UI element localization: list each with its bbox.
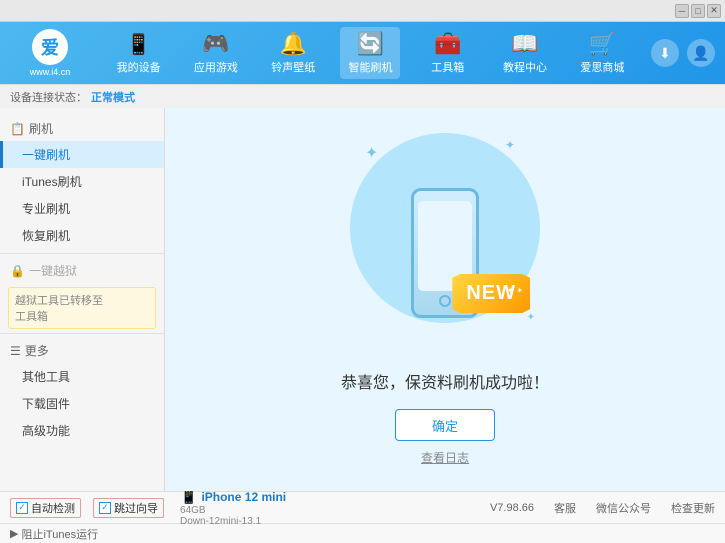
nav-tutorial-icon: 📖 — [511, 31, 538, 57]
header: 爱 www.i4.cn 📱 我的设备 🎮 应用游戏 🔔 铃声壁纸 🔄 智能刷机 … — [0, 22, 725, 84]
user-button[interactable]: 👤 — [687, 39, 715, 67]
status-label: 设备连接状态： — [10, 89, 87, 105]
nav-store-icon: 🛒 — [589, 31, 616, 57]
nav-ringtones-label: 铃声壁纸 — [271, 59, 315, 75]
nav-my-device-label: 我的设备 — [117, 59, 161, 75]
content-area: ✦ ✦ ✦✦ NEW ✦ 恭喜您，保资料刷机成功啦！ 确定 查看日志 — [165, 108, 725, 491]
nav-smart-flash[interactable]: 🔄 智能刷机 — [340, 27, 400, 79]
check-update-link[interactable]: 检查更新 — [671, 500, 715, 516]
titlebar: ─ □ ✕ — [0, 0, 725, 22]
customer-service-link[interactable]: 客服 — [554, 500, 576, 516]
sidebar-section-flash: 📋 刷机 — [0, 116, 164, 141]
device-name: iPhone 12 mini — [201, 490, 286, 504]
sidebar: 📋 刷机 一键刷机 iTunes刷机 专业刷机 恢复刷机 🔒 一键越狱 越狱工具… — [0, 108, 165, 491]
itunes-status-icon: ▶ — [10, 527, 18, 540]
sidebar-item-one-click-flash[interactable]: 一键刷机 — [0, 141, 164, 168]
flash-section-icon: 📋 — [10, 122, 25, 136]
nav-toolbox-label: 工具箱 — [431, 59, 464, 75]
other-tools-label: 其他工具 — [22, 370, 70, 384]
nav-toolbox[interactable]: 🧰 工具箱 — [418, 27, 478, 79]
nav-apps-games[interactable]: 🎮 应用游戏 — [186, 27, 246, 79]
sparkle-3: ✦ — [527, 312, 535, 323]
bottom-checkboxes: ✓ 自动检测 ✓ 跳过向导 — [10, 498, 164, 518]
sidebar-item-advanced[interactable]: 高级功能 — [0, 417, 164, 444]
itunes-flash-label: iTunes刷机 — [22, 175, 82, 189]
sidebar-item-recovery-flash[interactable]: 恢复刷机 — [0, 222, 164, 249]
jailbreak-section-label: 一键越狱 — [29, 262, 77, 279]
device-model: Down-12mini-13.1 — [180, 516, 286, 527]
logo-icon: 爱 — [32, 29, 68, 65]
version-text: V7.98.66 — [490, 502, 534, 514]
recovery-flash-label: 恢复刷机 — [22, 229, 70, 243]
nav-store[interactable]: 🛒 爱思商城 — [572, 27, 632, 79]
sidebar-divider-1 — [0, 253, 164, 254]
logo[interactable]: 爱 www.i4.cn — [10, 29, 90, 77]
nav-ringtones-icon: 🔔 — [280, 31, 307, 57]
one-click-flash-label: 一键刷机 — [22, 148, 70, 162]
status-mode: 正常模式 — [91, 89, 135, 105]
itunes-status: ▶ 阻止iTunes运行 — [10, 526, 98, 542]
bottom-right: V7.98.66 客服 微信公众号 检查更新 — [490, 500, 715, 516]
bottom-bar: ✓ 自动检测 ✓ 跳过向导 📱 iPhone 12 mini 64GB Down… — [0, 491, 725, 523]
nav-bar: 📱 我的设备 🎮 应用游戏 🔔 铃声壁纸 🔄 智能刷机 🧰 工具箱 📖 教程中心… — [100, 27, 641, 79]
sidebar-section-more: ☰ 更多 — [0, 338, 164, 363]
nav-toolbox-icon: 🧰 — [434, 31, 461, 57]
skip-wizard-check-icon: ✓ — [99, 502, 111, 514]
success-message: 恭喜您，保资料刷机成功啦！ — [341, 369, 549, 393]
nav-my-device-icon: 📱 — [126, 32, 151, 57]
download-button[interactable]: ⬇ — [651, 39, 679, 67]
skip-wizard-checkbox[interactable]: ✓ 跳过向导 — [93, 498, 164, 518]
logo-url: www.i4.cn — [30, 67, 71, 77]
nav-apps-games-icon: 🎮 — [202, 31, 229, 57]
nav-my-device[interactable]: 📱 我的设备 — [109, 28, 169, 79]
more-section-label: 更多 — [25, 342, 49, 359]
phone-illustration: ✦ ✦ ✦✦ NEW ✦ — [345, 133, 545, 353]
sparkle-2: ✦ — [505, 138, 515, 152]
header-right: ⬇ 👤 — [651, 39, 715, 67]
jailbreak-section-icon: 🔒 — [10, 264, 25, 278]
itunes-bar: ▶ 阻止iTunes运行 — [0, 523, 725, 543]
nav-tutorial[interactable]: 📖 教程中心 — [495, 27, 555, 79]
download-firmware-label: 下载固件 — [22, 397, 70, 411]
nav-smart-flash-icon: 🔄 — [357, 31, 384, 57]
sidebar-item-download-firmware[interactable]: 下载固件 — [0, 390, 164, 417]
restore-button[interactable]: □ — [691, 4, 705, 18]
jailbreak-notice: 越狱工具已转移至工具箱 — [8, 287, 156, 329]
nav-store-label: 爱思商城 — [580, 59, 624, 75]
auto-detect-checkbox[interactable]: ✓ 自动检测 — [10, 498, 81, 518]
sidebar-item-other-tools[interactable]: 其他工具 — [0, 363, 164, 390]
auto-detect-check-icon: ✓ — [16, 502, 28, 514]
phone-home-button — [439, 295, 451, 307]
skip-wizard-label: 跳过向导 — [114, 500, 158, 516]
sparkle-1: ✦ — [365, 143, 378, 163]
close-button[interactable]: ✕ — [707, 4, 721, 18]
main-area: 📋 刷机 一键刷机 iTunes刷机 专业刷机 恢复刷机 🔒 一键越狱 越狱工具… — [0, 108, 725, 491]
connection-status: 设备连接状态： 正常模式 — [10, 89, 135, 105]
flash-section-label: 刷机 — [29, 120, 53, 137]
minimize-button[interactable]: ─ — [675, 4, 689, 18]
device-storage: 64GB — [180, 505, 286, 516]
advanced-label: 高级功能 — [22, 424, 70, 438]
sidebar-divider-2 — [0, 333, 164, 334]
nav-apps-games-label: 应用游戏 — [194, 59, 238, 75]
wechat-link[interactable]: 微信公众号 — [596, 500, 651, 516]
jailbreak-notice-text: 越狱工具已转移至工具箱 — [15, 295, 103, 323]
nav-smart-flash-label: 智能刷机 — [348, 59, 392, 75]
confirm-button[interactable]: 确定 — [395, 409, 495, 441]
auto-detect-label: 自动检测 — [31, 500, 75, 516]
sidebar-item-pro-flash[interactable]: 专业刷机 — [0, 195, 164, 222]
new-badge-stars: ✦✦ — [507, 286, 523, 295]
itunes-status-label: 阻止iTunes运行 — [21, 526, 98, 542]
sidebar-item-itunes-flash[interactable]: iTunes刷机 — [0, 168, 164, 195]
pro-flash-label: 专业刷机 — [22, 202, 70, 216]
sidebar-section-jailbreak: 🔒 一键越狱 — [0, 258, 164, 283]
nav-ringtones[interactable]: 🔔 铃声壁纸 — [263, 27, 323, 79]
nav-tutorial-label: 教程中心 — [503, 59, 547, 75]
view-log-link[interactable]: 查看日志 — [421, 449, 469, 466]
more-section-icon: ☰ — [10, 344, 21, 358]
status-bar: 设备连接状态： 正常模式 — [0, 84, 725, 108]
